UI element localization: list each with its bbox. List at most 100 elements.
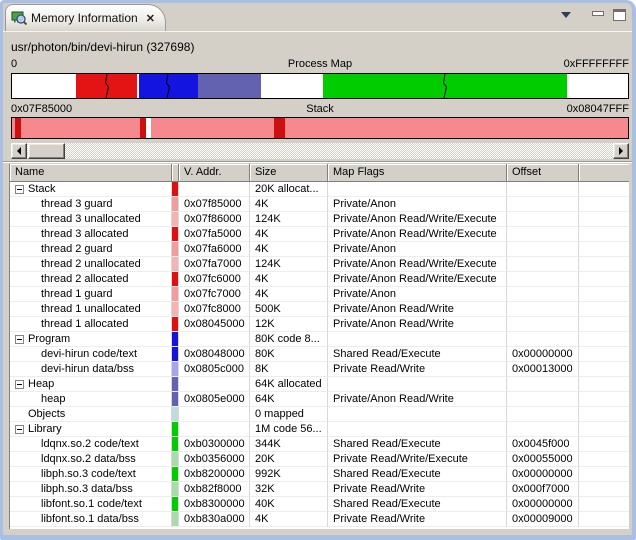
collapse-expander-icon[interactable]: [15, 185, 24, 194]
table-row[interactable]: libfont.so.1 code/text0xb830000040KShare…: [10, 497, 629, 512]
table-row[interactable]: thread 1 guard0x07fc70004KPrivate/Anon: [10, 287, 629, 302]
address-break-icon: [441, 74, 449, 98]
column-header-offset[interactable]: Offset: [507, 164, 579, 182]
cell-color: [172, 242, 179, 257]
memory-color-swatch: [172, 452, 178, 466]
horizontal-scrollbar: [11, 143, 629, 159]
table-row[interactable]: devi-hirun code/text0x0804800080KShared …: [10, 347, 629, 362]
column-header-v-addr-[interactable]: V. Addr.: [179, 164, 250, 182]
cell-map-flags: [328, 377, 507, 392]
collapse-expander-icon[interactable]: [15, 425, 24, 434]
cell-size: 4K: [250, 287, 328, 302]
scrollbar-thumb[interactable]: [28, 143, 65, 159]
process-map-end-address: 0xFFFFFFFF: [564, 58, 629, 70]
table-row[interactable]: thread 3 guard0x07f850004KPrivate/Anon: [10, 197, 629, 212]
cell-offset: 0x00009000: [507, 512, 579, 527]
cell-name: devi-hirun data/bss: [10, 362, 172, 377]
cell-size: 20K: [250, 452, 328, 467]
cell-vaddr: 0x07fa7000: [179, 257, 250, 272]
table-row[interactable]: thread 3 unallocated0x07f86000124KPrivat…: [10, 212, 629, 227]
cell-size: 32K: [250, 482, 328, 497]
table-row[interactable]: thread 2 guard0x07fa60004KPrivate/Anon: [10, 242, 629, 257]
row-label: libfont.so.1 data/bss: [41, 512, 139, 526]
cell-map-flags: Private/Anon Read/Write: [328, 302, 507, 317]
memory-color-swatch: [172, 257, 178, 271]
close-icon[interactable]: ✕: [146, 12, 155, 25]
table-row[interactable]: ldqnx.so.2 data/bss0xb035600020KPrivate …: [10, 452, 629, 467]
cell-filler: [579, 287, 629, 302]
table-row[interactable]: Objects0 mapped: [10, 407, 629, 422]
table-row[interactable]: thread 2 allocated0x07fc60004KPrivate/An…: [10, 272, 629, 287]
cell-name: thread 2 guard: [10, 242, 172, 257]
cell-map-flags: Private/Anon Read/Write/Execute: [328, 227, 507, 242]
column-header-blank-1[interactable]: [172, 164, 179, 182]
maximize-icon[interactable]: [613, 9, 626, 21]
table-row[interactable]: ldqnx.so.2 code/text0xb0300000344KShared…: [10, 437, 629, 452]
row-label: thread 3 guard: [41, 197, 113, 211]
cell-size: 80K code 8...: [250, 332, 328, 347]
cell-size: 80K: [250, 347, 328, 362]
collapse-expander-icon[interactable]: [15, 335, 24, 344]
scroll-right-button[interactable]: [613, 143, 629, 159]
cell-offset: [507, 242, 579, 257]
process-map-segment-free: [12, 74, 76, 98]
table-row[interactable]: thread 1 unallocated0x07fc8000500KPrivat…: [10, 302, 629, 317]
scroll-left-button[interactable]: [11, 143, 27, 159]
table-row[interactable]: libph.so.3 code/text0xb8200000992KShared…: [10, 467, 629, 482]
view-title: Memory Information: [31, 11, 138, 25]
cell-name: devi-hirun code/text: [10, 347, 172, 362]
cell-map-flags: Private/Anon: [328, 287, 507, 302]
view-controls: [561, 9, 626, 21]
collapse-expander-icon[interactable]: [15, 380, 24, 389]
tab-memory-information[interactable]: Memory Information ✕: [5, 4, 166, 31]
view-menu-chevron-icon[interactable]: [561, 12, 571, 18]
cell-name: ldqnx.so.2 data/bss: [10, 452, 172, 467]
table-row[interactable]: Stack20K allocat...: [10, 182, 629, 197]
table-row[interactable]: libfont.so.1 data/bss0xb830a0004KPrivate…: [10, 512, 629, 527]
cell-vaddr: 0xb82f8000: [179, 482, 250, 497]
table-row[interactable]: devi-hirun data/bss0x0805c0008KPrivate R…: [10, 362, 629, 377]
column-header-map-flags[interactable]: Map Flags: [328, 164, 507, 182]
cell-offset: [507, 257, 579, 272]
cell-map-flags: Private/Anon: [328, 197, 507, 212]
column-header-name[interactable]: Name: [10, 164, 172, 182]
scrollbar-track[interactable]: [11, 143, 629, 159]
cell-size: 40K: [250, 497, 328, 512]
cell-vaddr: [179, 182, 250, 197]
cell-offset: [507, 227, 579, 242]
process-map-segment-program: [139, 74, 198, 98]
table-row[interactable]: Program80K code 8...: [10, 332, 629, 347]
cell-size: 992K: [250, 467, 328, 482]
cell-color: [172, 377, 179, 392]
table-row[interactable]: heap0x0805e00064KPrivate/Anon Read/Write: [10, 392, 629, 407]
cell-name: libph.so.3 code/text: [10, 467, 172, 482]
cell-filler: [579, 512, 629, 527]
cell-vaddr: [179, 407, 250, 422]
memory-color-swatch: [172, 437, 178, 451]
cell-offset: 0x00000000: [507, 347, 579, 362]
row-label: thread 1 unallocated: [41, 302, 141, 316]
process-map-segment-free: [261, 74, 323, 98]
cell-size: 1M code 56...: [250, 422, 328, 437]
column-header-blank-6[interactable]: [579, 164, 629, 182]
table-row[interactable]: thread 2 unallocated0x07fa7000124KPrivat…: [10, 257, 629, 272]
memory-color-swatch: [172, 242, 178, 256]
cell-filler: [579, 452, 629, 467]
cell-name: thread 3 guard: [10, 197, 172, 212]
minimize-icon[interactable]: [592, 11, 604, 16]
column-header-size[interactable]: Size: [250, 164, 328, 182]
cell-filler: [579, 272, 629, 287]
table-row[interactable]: Library1M code 56...: [10, 422, 629, 437]
cell-map-flags: Private/Anon: [328, 242, 507, 257]
table-row[interactable]: thread 3 allocated0x07fa50004KPrivate/An…: [10, 227, 629, 242]
row-label: Objects: [28, 407, 65, 421]
table-row[interactable]: Heap64K allocated: [10, 377, 629, 392]
memory-color-swatch: [172, 512, 178, 526]
table-row[interactable]: libph.so.3 data/bss0xb82f800032KPrivate …: [10, 482, 629, 497]
table-row[interactable]: thread 1 allocated0x0804500012KPrivate/A…: [10, 317, 629, 332]
cell-name: libfont.so.1 code/text: [10, 497, 172, 512]
cell-map-flags: Shared Read/Execute: [328, 497, 507, 512]
memory-color-swatch: [172, 227, 178, 241]
cell-color: [172, 452, 179, 467]
cell-map-flags: Shared Read/Execute: [328, 467, 507, 482]
